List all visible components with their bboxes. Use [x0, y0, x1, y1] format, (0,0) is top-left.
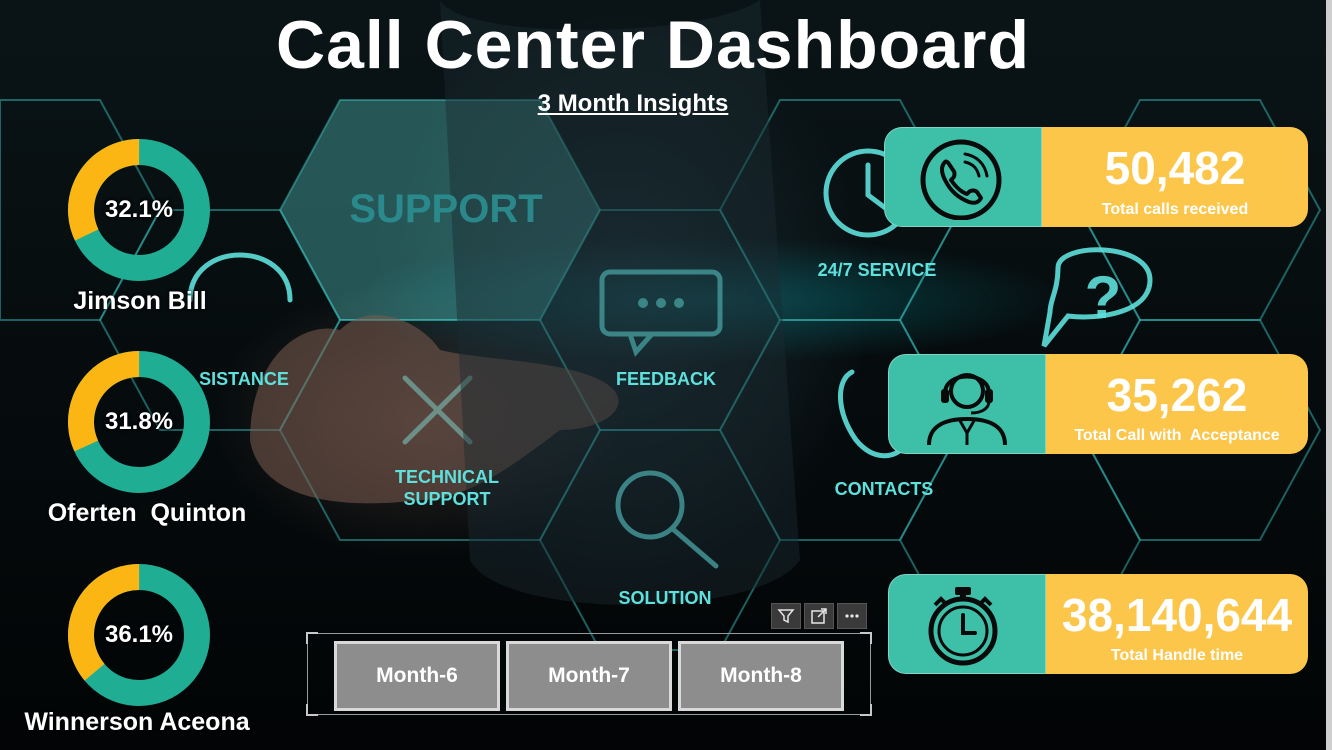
- kpi-icon-panel: [888, 354, 1046, 454]
- bg-label-support: SUPPORT: [349, 187, 542, 231]
- resize-handle[interactable]: [860, 704, 872, 716]
- kpi-accepted-calls[interactable]: 35,262 Total Call with Acceptance: [888, 354, 1308, 454]
- kpi-label: Total Call with Acceptance: [1074, 427, 1280, 444]
- donut-percent: 31.8%: [104, 408, 174, 435]
- focus-mode-icon[interactable]: [804, 603, 834, 629]
- bg-label-assistance: SISTANCE: [199, 369, 289, 389]
- kpi-label: Total calls received: [1101, 201, 1249, 218]
- donut-percent: 36.1%: [104, 621, 174, 648]
- bg-label-feedback: FEEDBACK: [616, 369, 716, 389]
- resize-handle[interactable]: [306, 704, 318, 716]
- agent-donut-1[interactable]: 32.1%: [66, 137, 212, 283]
- bg-label-contacts: CONTACTS: [835, 479, 934, 499]
- kpi-icon-panel: [884, 127, 1042, 227]
- resize-handle[interactable]: [306, 632, 318, 644]
- agent-donut-3[interactable]: 36.1%: [66, 562, 212, 708]
- visual-header-toolbar: [771, 603, 867, 629]
- more-options-icon[interactable]: [837, 603, 867, 629]
- bg-label-technical-support: SUPPORT: [403, 489, 490, 509]
- kpi-label: Total Handle time: [1110, 647, 1244, 664]
- agent-name-3: Winnerson Aceona: [24, 708, 250, 736]
- kpi-value: 50,482: [1104, 142, 1246, 194]
- page-subtitle: 3 Month Insights: [537, 90, 729, 117]
- resize-handle[interactable]: [860, 632, 872, 644]
- phone-icon: [920, 139, 1002, 220]
- page-title: Call Center Dashboard: [275, 7, 1031, 83]
- agent-donut-2[interactable]: 31.8%: [66, 349, 212, 495]
- filter-icon[interactable]: [771, 603, 801, 629]
- kpi-value: 35,262: [1106, 369, 1248, 421]
- agent-name-1: Jimson Bill: [73, 287, 207, 315]
- stopwatch-icon: [928, 587, 998, 666]
- kpi-value: 38,140,644: [1061, 589, 1293, 641]
- month-7-button[interactable]: Month-7: [506, 641, 672, 711]
- kpi-total-calls[interactable]: 50,482 Total calls received: [884, 127, 1308, 227]
- month-6-button[interactable]: Month-6: [334, 641, 500, 711]
- donut-percent: 32.1%: [104, 196, 174, 223]
- agent-name-2: Oferten Quinton: [47, 499, 247, 527]
- month-slicer[interactable]: Month-6 Month-7 Month-8: [306, 632, 872, 716]
- call-agent-icon: [927, 373, 1007, 446]
- kpi-handle-time[interactable]: 38,140,644 Total Handle time: [888, 574, 1308, 674]
- month-8-button[interactable]: Month-8: [678, 641, 844, 711]
- bg-label-service: 24/7 SERVICE: [818, 260, 937, 280]
- bg-label-solution: SOLUTION: [619, 588, 712, 608]
- kpi-icon-panel: [888, 574, 1046, 674]
- scrollbar[interactable]: [1326, 0, 1332, 750]
- bg-label-technical: TECHNICAL: [395, 467, 499, 487]
- svg-text:?: ?: [1085, 264, 1122, 331]
